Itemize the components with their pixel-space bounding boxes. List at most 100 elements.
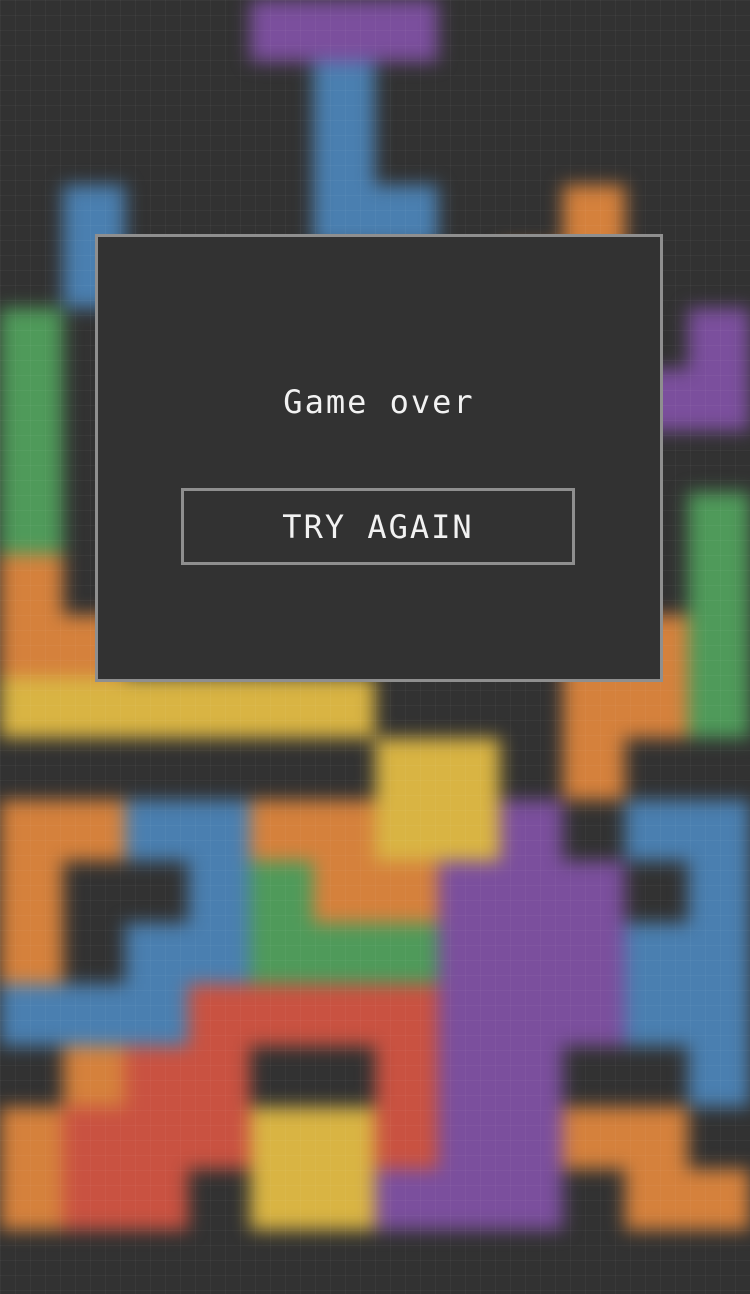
board-block-blue: [687, 861, 750, 923]
board-block-blue: [687, 984, 750, 1046]
try-again-button[interactable]: TRY AGAIN: [181, 488, 575, 565]
board-block-blue: [312, 123, 375, 185]
board-block-purple: [562, 984, 625, 1046]
board-block-red: [312, 984, 375, 1046]
board-block-green: [687, 615, 750, 677]
board-block-blue: [0, 984, 63, 1046]
board-block-red: [125, 1107, 188, 1169]
board-block-blue: [62, 984, 125, 1046]
board-block-blue: [125, 799, 188, 861]
board-block-purple: [562, 861, 625, 923]
board-block-red: [125, 1045, 188, 1107]
board-block-yellow: [312, 1107, 375, 1169]
board-block-purple: [687, 369, 750, 431]
board-block-green: [0, 430, 63, 492]
board-block-blue: [687, 799, 750, 861]
board-block-purple: [437, 984, 500, 1046]
board-block-purple: [500, 1045, 563, 1107]
board-block-blue: [187, 922, 250, 984]
board-block-purple: [500, 861, 563, 923]
board-block-orange: [625, 1168, 688, 1230]
board-block-orange: [0, 861, 63, 923]
board-block-purple: [500, 922, 563, 984]
board-block-red: [375, 984, 438, 1046]
board-block-yellow: [437, 799, 500, 861]
board-block-yellow: [250, 1168, 313, 1230]
board-block-green: [0, 369, 63, 431]
board-block-blue: [312, 61, 375, 123]
board-block-blue: [125, 922, 188, 984]
board-block-green: [687, 676, 750, 738]
board-block-green: [312, 922, 375, 984]
board-block-yellow: [250, 1107, 313, 1169]
board-block-orange: [687, 1168, 750, 1230]
board-block-green: [0, 492, 63, 554]
board-block-red: [250, 984, 313, 1046]
board-block-red: [125, 1168, 188, 1230]
board-block-purple: [437, 1107, 500, 1169]
board-block-orange: [625, 676, 688, 738]
board-block-orange: [312, 861, 375, 923]
board-block-blue: [687, 1045, 750, 1107]
board-block-yellow: [312, 676, 375, 738]
board-block-green: [375, 922, 438, 984]
board-block-purple: [500, 1168, 563, 1230]
board-block-purple: [500, 1107, 563, 1169]
board-block-orange: [0, 615, 63, 677]
board-block-orange: [0, 799, 63, 861]
board-block-yellow: [62, 676, 125, 738]
board-block-red: [62, 1168, 125, 1230]
board-block-red: [375, 1045, 438, 1107]
board-block-purple: [562, 922, 625, 984]
board-block-yellow: [250, 676, 313, 738]
board-block-orange: [562, 1107, 625, 1169]
board-block-yellow: [0, 676, 63, 738]
board-block-purple: [437, 922, 500, 984]
board-block-blue: [187, 799, 250, 861]
board-block-orange: [312, 799, 375, 861]
board-block-purple: [437, 861, 500, 923]
board-block-purple: [375, 1168, 438, 1230]
board-block-orange: [0, 922, 63, 984]
board-block-orange: [0, 1107, 63, 1169]
board-block-red: [187, 1107, 250, 1169]
board-block-yellow: [187, 676, 250, 738]
board-block-orange: [62, 1045, 125, 1107]
board-block-orange: [0, 553, 63, 615]
board-block-orange: [375, 861, 438, 923]
board-block-purple: [687, 307, 750, 369]
board-block-red: [375, 1107, 438, 1169]
board-block-purple: [250, 0, 313, 62]
board-block-red: [187, 984, 250, 1046]
board-block-purple: [375, 0, 438, 62]
board-block-blue: [187, 861, 250, 923]
board-block-yellow: [312, 1168, 375, 1230]
board-block-orange: [250, 799, 313, 861]
board-block-orange: [62, 799, 125, 861]
board-block-orange: [625, 1107, 688, 1169]
board-block-green: [687, 553, 750, 615]
board-block-green: [250, 922, 313, 984]
board-block-purple: [500, 984, 563, 1046]
board-block-purple: [437, 1168, 500, 1230]
board-block-purple: [312, 0, 375, 62]
board-block-yellow: [375, 799, 438, 861]
board-block-red: [187, 1045, 250, 1107]
game-over-dialog: Game over TRY AGAIN: [95, 234, 663, 682]
board-block-red: [62, 1107, 125, 1169]
board-block-blue: [625, 984, 688, 1046]
board-block-purple: [437, 1045, 500, 1107]
board-block-purple: [500, 799, 563, 861]
board-block-yellow: [437, 738, 500, 800]
board-block-green: [0, 307, 63, 369]
board-block-blue: [625, 922, 688, 984]
board-block-yellow: [125, 676, 188, 738]
board-block-green: [250, 861, 313, 923]
board-block-blue: [625, 799, 688, 861]
board-block-orange: [0, 1168, 63, 1230]
board-block-orange: [562, 676, 625, 738]
board-block-blue: [687, 922, 750, 984]
game-screen: Game over TRY AGAIN: [0, 0, 750, 1294]
game-over-title: Game over: [283, 383, 475, 421]
board-block-orange: [562, 738, 625, 800]
